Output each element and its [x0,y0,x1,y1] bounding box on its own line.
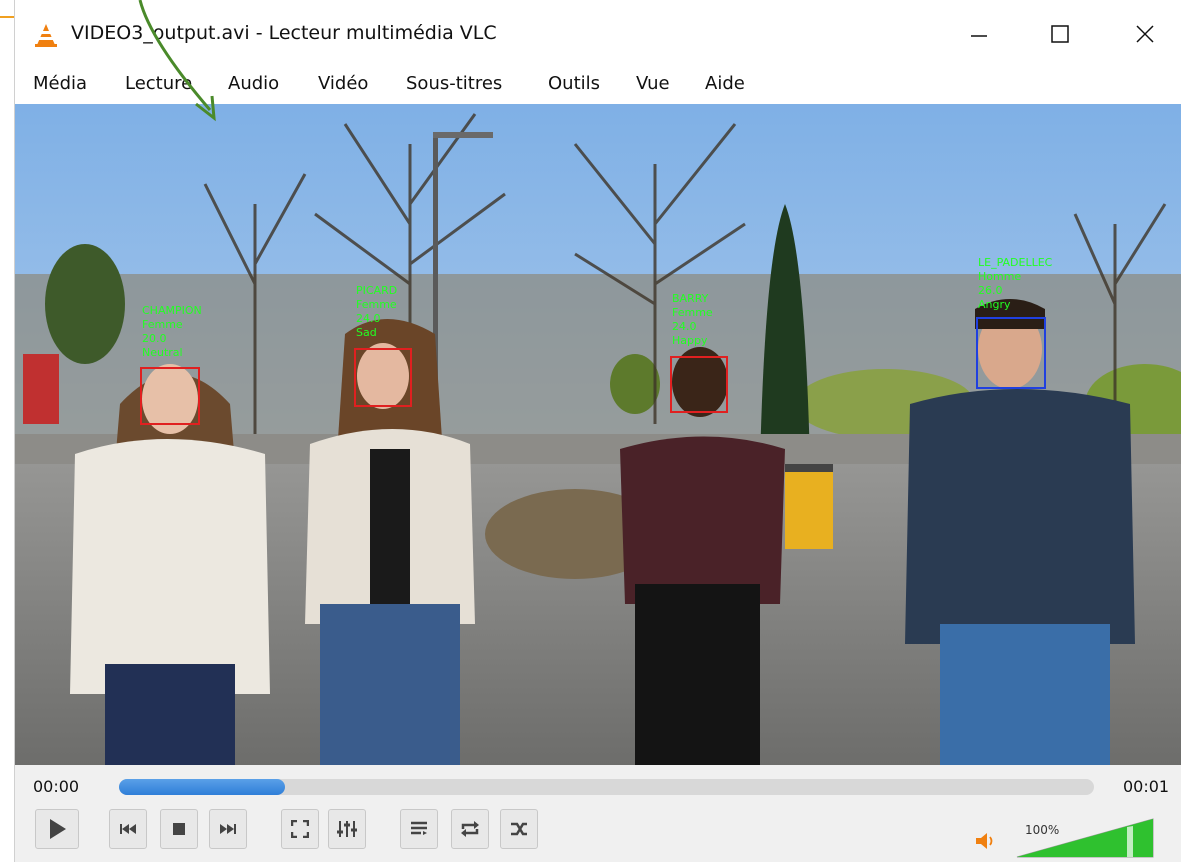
volume-slider[interactable] [1015,817,1155,859]
det-3-age: 24.0 [672,320,697,333]
menu-sous-titres[interactable]: Sous-titres [406,73,502,94]
next-button[interactable] [209,809,247,849]
loop-button[interactable] [451,809,489,849]
random-icon [511,822,527,836]
playlist-button[interactable] [400,809,438,849]
menu-vue[interactable]: Vue [636,73,670,94]
det-4-emotion: Angry [978,298,1011,311]
menu-bar: Média Lecture Audio Vidéo Sous-titres Ou… [15,66,1181,105]
current-time: 00:00 [33,777,80,796]
stop-button[interactable] [160,809,198,849]
playlist-icon [411,821,427,835]
maximize-icon [1051,25,1069,43]
window-title: VIDEO3_output.avi - Lecteur multimédia V… [71,22,497,44]
det-4-gender: Homme [978,270,1021,283]
total-time: 00:01 [1123,777,1170,796]
det-1-emotion: Neutral [142,346,183,359]
menu-aide[interactable]: Aide [705,73,745,94]
seek-bar[interactable] [119,779,1094,795]
det-3-gender: Femme [672,306,713,319]
vlc-cone-icon [35,24,57,47]
det-4-name: LE_PADELLEC [978,256,1053,269]
det-4-age: 26.0 [978,284,1003,297]
minimize-button[interactable] [949,12,1009,56]
speaker-icon[interactable] [975,831,997,851]
play-button[interactable] [35,809,79,849]
loop-icon [461,821,479,837]
video-scene: CHAMPION Femme 20.0 Neutral PICARD Femme… [15,104,1181,765]
vlc-window: VIDEO3_output.avi - Lecteur multimédia V… [14,0,1181,862]
menu-video[interactable]: Vidéo [318,73,368,94]
det-3-name: BARRY [672,292,709,305]
maximize-button[interactable] [1030,12,1090,56]
det-3-emotion: Happy [672,334,708,347]
next-icon [220,824,236,834]
previous-button[interactable] [109,809,147,849]
det-2-name: PICARD [356,284,397,297]
det-1-name: CHAMPION [142,304,202,317]
bush [610,354,660,414]
menu-lecture[interactable]: Lecture [125,73,192,94]
fullscreen-icon [291,820,309,838]
det-2-emotion: Sad [356,326,377,339]
poster-board [23,354,59,424]
random-button[interactable] [500,809,538,849]
seek-bar-progress [119,779,285,795]
menu-outils[interactable]: Outils [548,73,600,94]
det-2-age: 24.0 [356,312,381,325]
play-icon [50,819,66,839]
stop-icon [173,823,185,835]
previous-icon [120,824,136,834]
tree [45,244,125,364]
minimize-icon [971,35,987,37]
menu-audio[interactable]: Audio [228,73,279,94]
fullscreen-button[interactable] [281,809,319,849]
menu-media[interactable]: Média [33,73,87,94]
det-1-gender: Femme [142,318,183,331]
det-2-gender: Femme [356,298,397,311]
trash-bin [785,464,833,549]
extended-settings-button[interactable] [328,809,366,849]
control-bar: 00:00 00:01 100% [15,765,1181,862]
title-bar: VIDEO3_output.avi - Lecteur multimédia V… [15,0,1181,66]
close-icon [1136,25,1154,43]
close-button[interactable] [1115,12,1175,56]
extended-settings-icon [337,821,357,837]
video-frame[interactable]: CHAMPION Femme 20.0 Neutral PICARD Femme… [15,104,1181,765]
det-1-age: 20.0 [142,332,167,345]
